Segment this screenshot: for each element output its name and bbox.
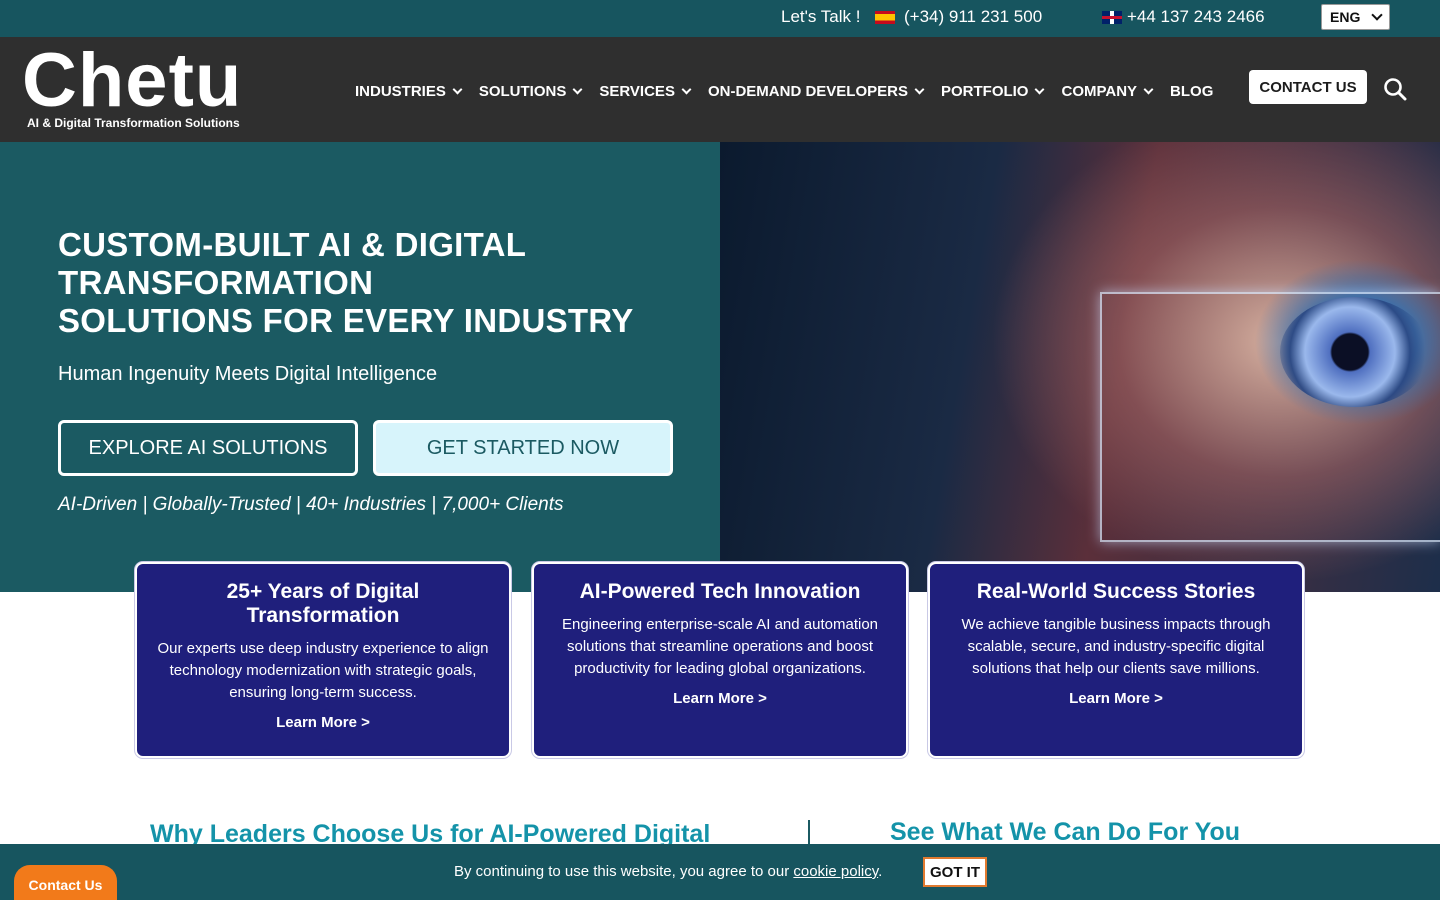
nav-company[interactable]: COMPANY	[1061, 81, 1154, 101]
language-select[interactable]: ENG	[1321, 4, 1390, 30]
card-text: We achieve tangible business impacts thr…	[961, 616, 1271, 677]
cookie-banner: By continuing to use this website, you a…	[0, 844, 1440, 900]
contact-us-button[interactable]: CONTACT US	[1249, 70, 1367, 104]
chevron-down-icon	[681, 84, 692, 94]
learn-more-link[interactable]: Learn More >	[946, 690, 1286, 707]
cookie-text: By continuing to use this website, you a…	[454, 863, 794, 880]
hero-section: CUSTOM-BUILT AI & DIGITAL TRANSFORMATION…	[0, 142, 1440, 592]
eye-graphic	[1280, 297, 1430, 407]
nav-blog[interactable]: BLOG	[1170, 81, 1213, 101]
site-header: Chetu AI & Digital Transformation Soluti…	[0, 37, 1440, 142]
card-text: Our experts use deep industry experience…	[157, 640, 489, 701]
lets-talk-label: Let's Talk !	[781, 7, 861, 26]
nav-portfolio-label: PORTFOLIO	[940, 82, 1029, 100]
get-started-now-button[interactable]: GET STARTED NOW	[373, 420, 673, 476]
card-title: AI-Powered Tech Innovation	[579, 580, 861, 603]
card-text: Engineering enterprise-scale AI and auto…	[561, 616, 879, 677]
logo-wordmark: Chetu	[22, 38, 243, 123]
chevron-down-icon	[1035, 84, 1045, 94]
main-nav: INDUSTRIES SOLUTIONS SERVICES ON-DEMAND …	[355, 81, 1231, 101]
hero-title-line-2: TRANSFORMATION	[58, 264, 374, 301]
hero-eye-image	[720, 142, 1440, 592]
cookie-policy-link[interactable]: cookie policy	[793, 863, 878, 880]
nav-services-label: SERVICES	[599, 82, 675, 100]
got-it-button[interactable]: GOT IT	[923, 857, 987, 887]
hero-tagline: AI-Driven | Globally-Trusted | 40+ Indus…	[58, 494, 564, 515]
uk-flag-icon	[1102, 11, 1122, 24]
card-title: Real-World Success Stories	[976, 580, 1256, 603]
hero-title-line-1: CUSTOM-BUILT AI & DIGITAL	[58, 226, 527, 263]
card-title: 25+ Years of Digital Transformation	[226, 580, 420, 627]
chevron-down-icon	[1143, 84, 1154, 94]
cookie-message: By continuing to use this website, you a…	[454, 863, 882, 880]
phone-spain-link[interactable]: (+34) 911 231 500	[904, 7, 1042, 27]
chevron-down-icon	[452, 84, 463, 94]
cookie-text-end: .	[878, 863, 883, 880]
nav-on-demand-developers-label: ON-DEMAND DEVELOPERS	[707, 82, 908, 100]
chevron-down-icon	[1371, 9, 1383, 21]
nav-blog-label: BLOG	[1170, 82, 1214, 100]
hero-subtitle: Human Ingenuity Meets Digital Intelligen…	[58, 363, 438, 385]
chevron-down-icon	[914, 84, 925, 94]
feature-card-ai-innovation: AI-Powered Tech Innovation Engineering e…	[532, 562, 908, 758]
feature-card-experience: 25+ Years of Digital Transformation Our …	[135, 562, 511, 758]
see-what-we-can-do-heading: See What We Can Do For You	[890, 818, 1241, 846]
language-value: ENG	[1330, 9, 1361, 25]
logo-tagline: AI & Digital Transformation Solutions	[27, 116, 240, 130]
spain-flag-icon	[875, 11, 895, 24]
nav-services[interactable]: SERVICES	[599, 81, 692, 101]
nav-solutions[interactable]: SOLUTIONS	[478, 81, 583, 101]
search-icon[interactable]	[1383, 77, 1407, 101]
hero-title-line-3: SOLUTIONS FOR EVERY INDUSTRY	[58, 302, 634, 339]
chetu-logo[interactable]: Chetu AI & Digital Transformation Soluti…	[22, 41, 244, 135]
explore-ai-solutions-button[interactable]: EXPLORE AI SOLUTIONS	[58, 420, 358, 476]
nav-industries-label: INDUSTRIES	[355, 82, 446, 100]
nav-industries[interactable]: INDUSTRIES	[355, 81, 463, 101]
hero-title: CUSTOM-BUILT AI & DIGITAL TRANSFORMATION…	[58, 226, 698, 340]
floating-contact-us-button[interactable]: Contact Us	[14, 865, 117, 900]
nav-solutions-label: SOLUTIONS	[478, 82, 567, 100]
top-bar: Let's Talk ! (+34) 911 231 500 +44 137 2…	[0, 0, 1440, 37]
learn-more-link[interactable]: Learn More >	[153, 714, 493, 731]
chevron-down-icon	[572, 84, 583, 94]
learn-more-link[interactable]: Learn More >	[550, 690, 890, 707]
nav-on-demand-developers[interactable]: ON-DEMAND DEVELOPERS	[707, 81, 925, 101]
nav-portfolio[interactable]: PORTFOLIO	[940, 81, 1045, 101]
phone-uk-link[interactable]: +44 137 243 2466	[1127, 7, 1265, 27]
nav-company-label: COMPANY	[1061, 82, 1138, 100]
feature-card-success-stories: Real-World Success Stories We achieve ta…	[928, 562, 1304, 758]
